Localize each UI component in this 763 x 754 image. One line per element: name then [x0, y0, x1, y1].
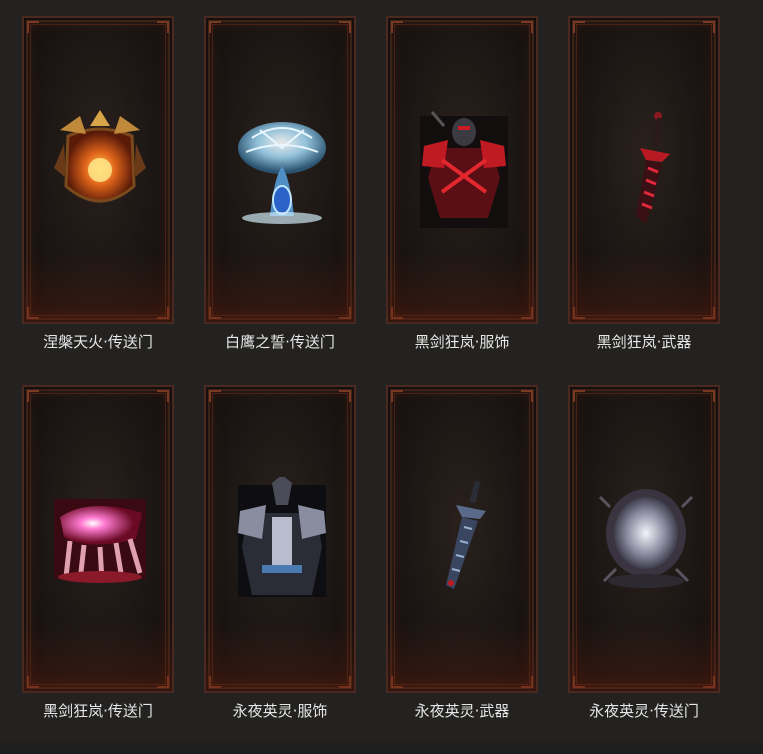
item-name: 白鹰之誓·传送门 — [225, 333, 335, 351]
item-name: 永夜英灵·服饰 — [232, 702, 328, 720]
item-frame — [568, 385, 720, 693]
fire-phoenix-portal-icon — [54, 110, 146, 203]
red-armor-outfit-icon — [420, 111, 508, 228]
item-card-8[interactable]: 永夜英灵·传送门 — [568, 385, 720, 754]
item-card-7[interactable]: 永夜英灵·武器 — [386, 385, 538, 754]
item-frame — [568, 16, 720, 324]
ice-tree-portal-icon — [238, 122, 326, 224]
item-card-2[interactable]: 白鹰之誓·传送门 — [204, 16, 356, 385]
item-name: 黑剑狂岚·服饰 — [414, 333, 510, 351]
crimson-crystal-portal-icon — [54, 499, 146, 583]
item-frame — [386, 16, 538, 324]
item-frame — [22, 385, 174, 693]
item-frame — [204, 385, 356, 693]
item-card-1[interactable]: 涅槃天火·传送门 — [22, 16, 174, 385]
item-name: 黑剑狂岚·武器 — [596, 333, 692, 351]
item-frame — [204, 16, 356, 324]
item-name: 黑剑狂岚·传送门 — [43, 702, 153, 720]
item-card-3[interactable]: 黑剑狂岚·服饰 — [386, 16, 538, 385]
item-name: 永夜英灵·武器 — [414, 702, 510, 720]
dark-blade-weapon-icon — [446, 480, 486, 589]
item-grid: 涅槃天火·传送门 白鹰之誓·传送门 黑剑狂岚·服饰 黑剑狂岚·武器 黑剑狂岚·传… — [22, 16, 720, 754]
cosmetics-gallery: 涅槃天火·传送门 白鹰之誓·传送门 黑剑狂岚·服饰 黑剑狂岚·武器 黑剑狂岚·传… — [0, 0, 763, 743]
silver-orb-portal-icon — [598, 489, 694, 588]
item-frame — [386, 385, 538, 693]
item-name: 永夜英灵·传送门 — [589, 702, 699, 720]
item-card-4[interactable]: 黑剑狂岚·武器 — [568, 16, 720, 385]
item-name: 涅槃天火·传送门 — [43, 333, 153, 351]
item-card-5[interactable]: 黑剑狂岚·传送门 — [22, 385, 174, 754]
dark-armor-outfit-icon — [238, 477, 326, 597]
item-frame — [22, 16, 174, 324]
red-sword-weapon-icon — [636, 112, 670, 224]
item-card-6[interactable]: 永夜英灵·服饰 — [204, 385, 356, 754]
